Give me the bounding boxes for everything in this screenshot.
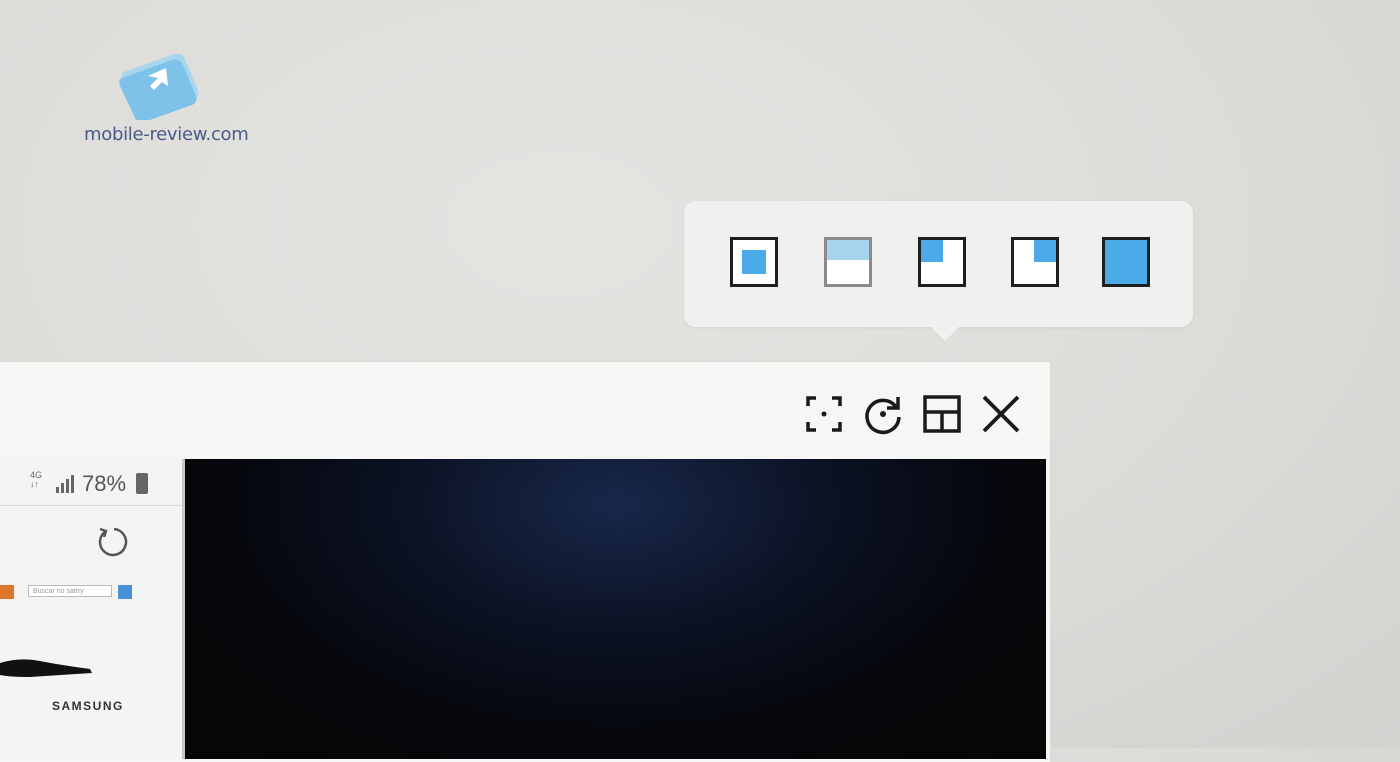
capture-button[interactable] — [802, 392, 846, 436]
layout-popup — [684, 201, 1193, 341]
layout-option-center[interactable] — [730, 237, 778, 287]
network-type: 4G ↓↑ — [30, 470, 43, 489]
rotate-icon — [865, 397, 901, 435]
battery-icon — [136, 473, 148, 494]
rotate-button[interactable] — [861, 392, 905, 436]
layout-option-top-half[interactable] — [824, 237, 872, 287]
watermark: mobile-review.com — [84, 52, 249, 152]
product-image — [0, 659, 92, 677]
address-bar[interactable]: Buscar no sattry — [0, 585, 134, 599]
status-bar: 4G ↓↑ 78% — [0, 459, 182, 506]
app-window: 4G ↓↑ 78% Buscar no sattry SAMSUNG — [0, 361, 1051, 762]
capture-icon — [806, 396, 842, 432]
close-icon — [982, 395, 1020, 433]
search-icon[interactable] — [118, 585, 132, 599]
video-area[interactable] — [185, 459, 1046, 759]
close-button[interactable] — [979, 392, 1023, 436]
phone-screen[interactable]: 4G ↓↑ 78% Buscar no sattry SAMSUNG — [0, 459, 185, 759]
watermark-text: mobile-review.com — [84, 124, 249, 145]
layout-option-top-left[interactable] — [918, 237, 966, 287]
refresh-icon[interactable] — [96, 525, 130, 559]
browser-icon — [0, 585, 14, 599]
layout-option-top-right[interactable] — [1011, 237, 1059, 287]
battery-percent: 78% — [82, 471, 127, 496]
brand-label: SAMSUNG — [52, 699, 124, 713]
window-content: 4G ↓↑ 78% Buscar no sattry SAMSUNG — [0, 459, 1046, 759]
logo-icon — [119, 53, 199, 120]
address-field[interactable]: Buscar no sattry — [28, 585, 112, 597]
layout-icon — [923, 395, 961, 433]
signal-icon — [56, 475, 74, 493]
layout-button[interactable] — [920, 392, 964, 436]
layout-option-full[interactable] — [1102, 237, 1150, 287]
